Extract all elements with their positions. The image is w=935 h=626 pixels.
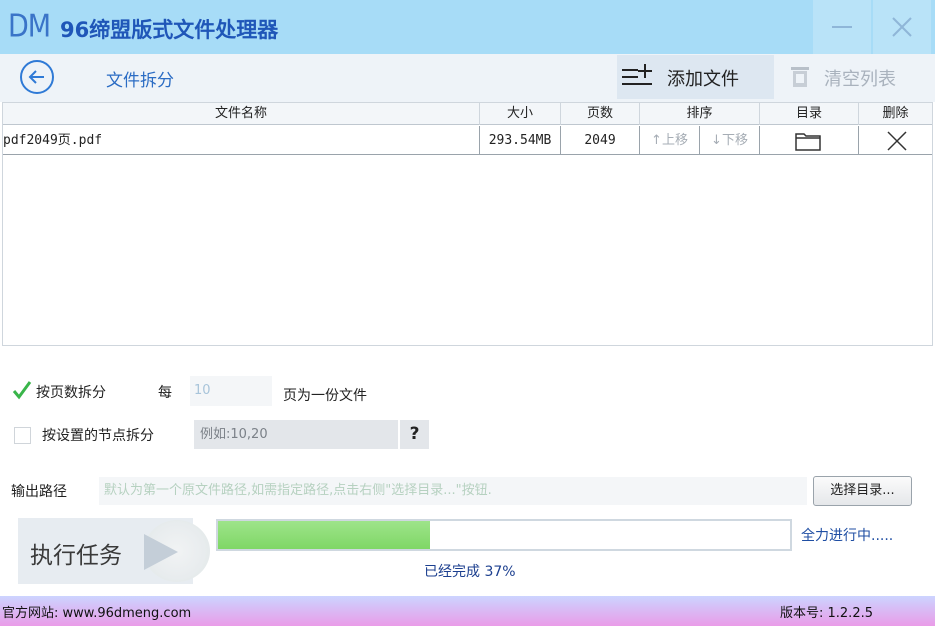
add-file-label: 添加文件 [667,69,739,90]
app-logo: DM [8,8,51,45]
move-down-button[interactable]: ↓下移 [700,126,760,155]
progress-bar [216,519,792,551]
pages-per-file-input[interactable]: 10 [190,376,272,406]
back-button[interactable] [20,60,54,94]
minimize-icon [832,26,852,28]
output-path-input[interactable]: 默认为第一个原文件路径,如需指定路径,点击右侧"选择目录..."按钮. [99,477,807,505]
open-folder-button[interactable] [760,126,859,155]
file-table: 文件名称 大小 页数 排序 目录 删除 pdf2049页.pdf 293.54M… [2,102,933,346]
progress-text: 已经完成 37% [424,564,516,580]
each-label: 每 [158,385,172,401]
play-icon [144,534,178,570]
close-icon [892,17,912,37]
add-file-button[interactable]: 添加文件 [617,55,774,99]
add-list-icon [622,64,652,85]
close-icon [887,131,907,151]
table-row[interactable]: pdf2049页.pdf 293.54MB 2049 ↑上移 ↓下移 [3,126,932,155]
by-pages-label: 按页数拆分 [36,385,106,401]
clear-list-label: 清空列表 [824,69,896,90]
progress-fill [218,521,430,549]
by-nodes-checkbox[interactable] [14,427,31,444]
help-button[interactable]: ? [399,420,429,449]
select-directory-button[interactable]: 选择目录... [813,476,912,506]
title-bar: DM 96缔盟版式文件处理器 [0,0,935,54]
column-header-name: 文件名称 [3,103,480,125]
column-header-size: 大小 [480,103,561,125]
close-button[interactable] [873,0,931,54]
section-title: 文件拆分 [106,71,174,91]
file-name-cell: pdf2049页.pdf [3,126,480,155]
nodes-input[interactable]: 例如:10,20 [194,420,398,449]
move-up-button[interactable]: ↑上移 [640,126,700,155]
run-task-label: 执行任务 [30,543,122,569]
page-count-cell: 2049 [561,126,640,155]
minimize-button[interactable] [813,0,871,54]
file-size-cell: 293.54MB [480,126,561,155]
column-header-pages: 页数 [561,103,640,125]
run-task-button[interactable]: 执行任务 [18,518,210,584]
output-path-label: 输出路径 [11,484,67,500]
version-label: 版本号: 1.2.2.5 [780,606,873,621]
progress-status: 全力进行中..... [801,528,894,544]
trash-icon [791,67,809,87]
column-header-delete: 删除 [882,106,909,121]
by-nodes-label: 按设置的节点拆分 [42,428,154,444]
clear-list-button[interactable]: 清空列表 [776,55,933,99]
column-header-sort: 排序 [640,103,760,125]
app-title: 96缔盟版式文件处理器 [60,18,279,42]
status-bar: 官方网站: www.96dmeng.com 版本号: 1.2.2.5 [0,596,935,626]
by-pages-checkbox[interactable] [12,380,32,400]
website-label: 官方网站: www.96dmeng.com [2,606,192,621]
table-header: 文件名称 大小 页数 排序 目录 删除 [3,103,932,125]
pages-suffix-label: 页为一份文件 [283,388,367,404]
folder-icon [795,133,821,151]
column-header-folder: 目录 [760,103,859,125]
delete-row-button[interactable] [859,126,932,155]
arrow-left-icon [28,70,44,84]
